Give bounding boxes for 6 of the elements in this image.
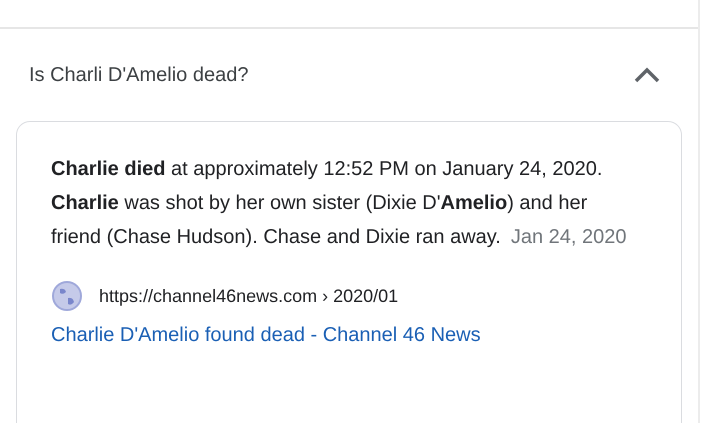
source-url: https://channel46news.com › 2020/01 xyxy=(99,286,398,306)
answer-snippet: Charlie died at approximately 12:52 PM on January 24, 2020. Charlie was shot by her own sister (Dixie D'Amelio) and her friend (Chase Hudson). Chase and Dixie ran away. Jan 24, 2020 xyxy=(51,157,628,250)
result-link[interactable]: Charlie D'Amelio found dead - Channel 46 News xyxy=(51,324,481,347)
question-text[interactable]: Is Charli D'Amelio dead? xyxy=(29,64,248,86)
chevron-up-icon[interactable] xyxy=(634,67,660,83)
globe-icon xyxy=(51,280,83,312)
